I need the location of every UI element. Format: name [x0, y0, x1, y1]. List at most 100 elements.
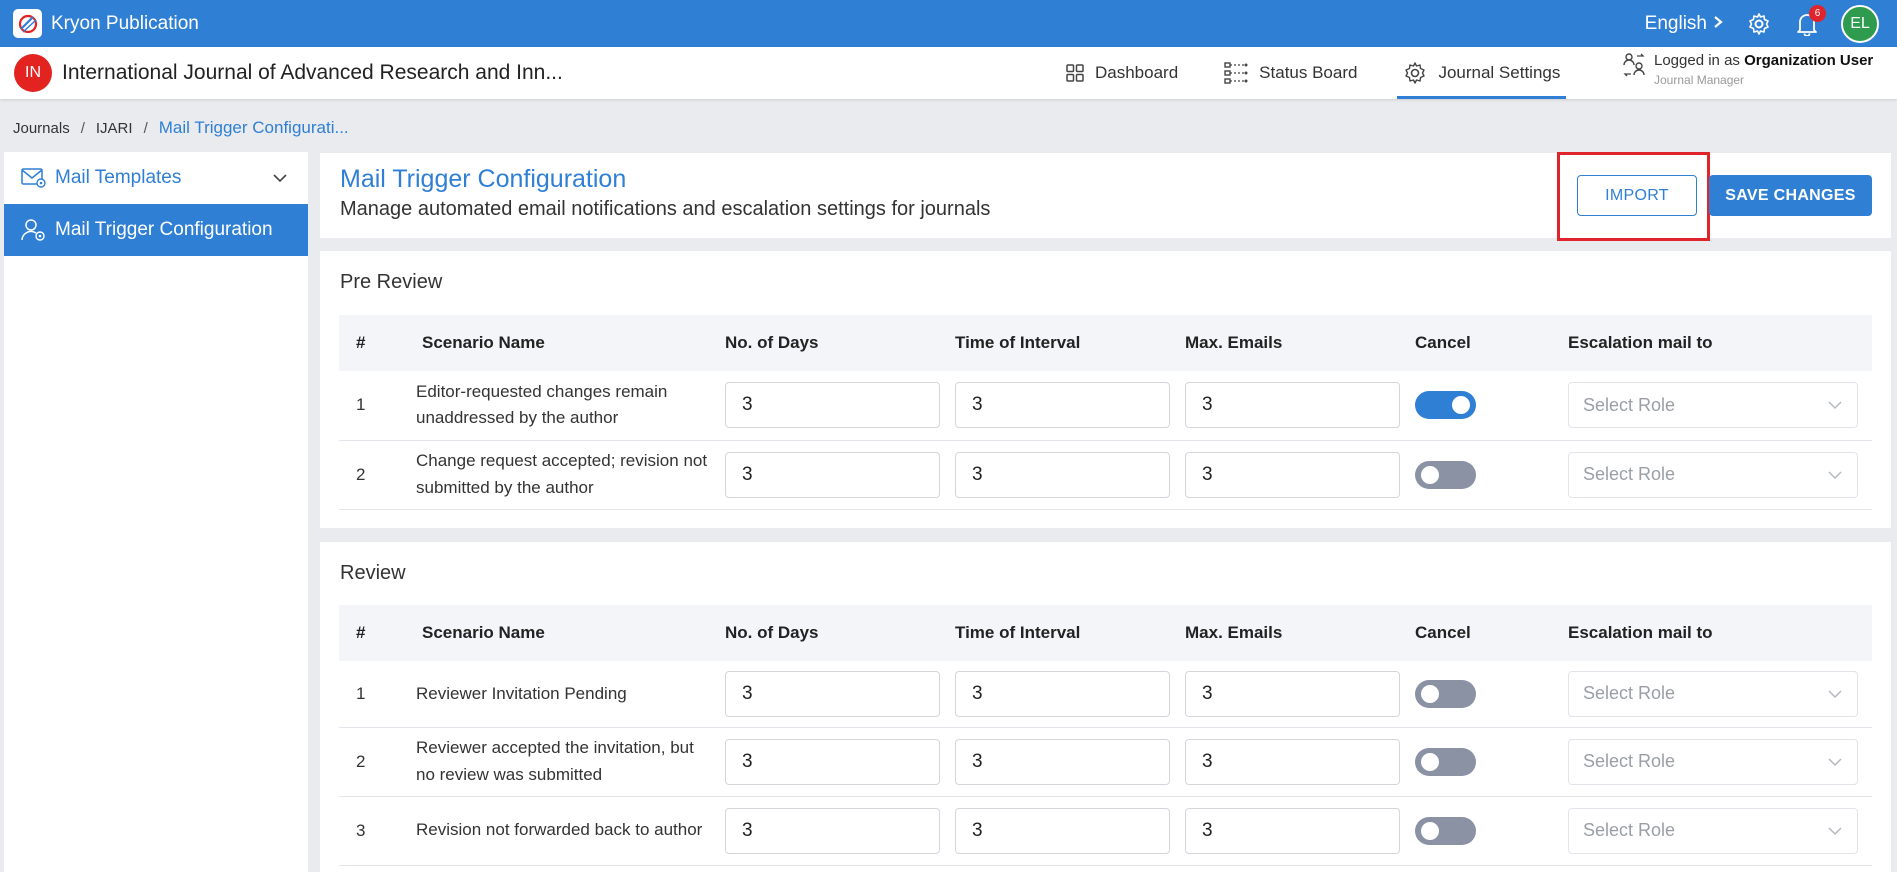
days-input[interactable]: 3 [725, 382, 940, 429]
breadcrumb-journals[interactable]: Journals [13, 120, 70, 137]
sidebar-item-mail-trigger-configuration[interactable]: Mail Trigger Configuration [4, 204, 308, 256]
scenario-name: Reviewer accepted the invitation, but no… [415, 727, 725, 797]
max-emails-input[interactable]: 3 [1185, 670, 1400, 717]
nav-journal-settings-label: Journal Settings [1438, 63, 1561, 82]
interval-input[interactable]: 3 [955, 670, 1170, 717]
sidebar-item-mail-templates[interactable]: Mail Templates [4, 152, 308, 204]
chevron-down-icon [1827, 757, 1843, 767]
logged-in-prefix: Logged in as [1654, 52, 1740, 69]
escalation-select[interactable]: Select Role [1568, 670, 1858, 717]
chevron-down-icon [1827, 400, 1843, 410]
nav-dashboard[interactable]: Dashboard [1060, 47, 1184, 99]
row-number: 1 [339, 371, 415, 441]
mail-settings-icon [21, 167, 47, 189]
users-switch-icon [1622, 52, 1646, 83]
table-row: 1 Editor-requested changes remain unaddr… [339, 371, 1872, 441]
escalation-select[interactable]: Select Role [1568, 382, 1858, 429]
days-input[interactable]: 3 [725, 807, 940, 854]
cancel-toggle[interactable] [1415, 679, 1476, 708]
chevron-down-icon [1827, 826, 1843, 836]
user-name: Organization User [1744, 52, 1874, 69]
user-info[interactable]: Logged in as Organization User Journal M… [1622, 52, 1873, 87]
column-header-escalation: Escalation mail to [1568, 333, 1713, 352]
scenario-name: Editor-requested changes remain unaddres… [415, 371, 725, 441]
column-header-days: No. of Days [725, 623, 819, 642]
escalation-select[interactable]: Select Role [1568, 451, 1858, 498]
table-row: 2 Reviewer accepted the invitation, but … [339, 727, 1872, 797]
days-input[interactable]: 3 [725, 738, 940, 785]
review-table: # Scenario Name No. of Days Time of Inte… [339, 605, 1872, 866]
interval-input[interactable]: 3 [955, 382, 1170, 429]
row-number: 2 [339, 727, 415, 797]
cancel-toggle[interactable] [1415, 460, 1476, 489]
cancel-toggle[interactable] [1415, 816, 1476, 845]
table-row: 2 Change request accepted; revision not … [339, 440, 1872, 510]
row-number: 3 [339, 796, 415, 866]
table-row: 1 Reviewer Invitation Pending 3 3 3 Sele… [339, 661, 1872, 728]
column-header-scenario: Scenario Name [422, 622, 545, 642]
column-header-escalation: Escalation mail to [1568, 623, 1713, 642]
cancel-toggle[interactable] [1415, 391, 1476, 420]
user-role: Journal Manager [1654, 73, 1745, 87]
nav-dashboard-label: Dashboard [1095, 63, 1179, 82]
max-emails-input[interactable]: 3 [1185, 807, 1400, 854]
row-number: 1 [339, 661, 415, 728]
save-changes-button[interactable]: SAVE CHANGES [1709, 175, 1872, 216]
scenario-name: Change request accepted; revision not su… [415, 440, 725, 510]
column-header-scenario: Scenario Name [422, 332, 545, 352]
column-header-max: Max. Emails [1185, 333, 1283, 352]
sidebar-item-label: Mail Trigger Configuration [55, 219, 273, 240]
max-emails-input[interactable]: 3 [1185, 738, 1400, 785]
language-selector[interactable]: English [1645, 13, 1723, 35]
top-bar: Kryon Publication English 6 EL [0, 0, 1897, 47]
import-button[interactable]: IMPORT [1577, 175, 1697, 216]
page-title: Mail Trigger Configuration [340, 165, 627, 193]
journal-avatar: IN [14, 54, 52, 92]
nav-status-board[interactable]: Status Board [1218, 47, 1363, 99]
sidebar: Mail Templates Mail Trigger Configuratio… [4, 152, 308, 872]
bell-icon[interactable]: 6 [1793, 4, 1826, 38]
section-title: Pre Review [340, 271, 443, 293]
table-header-row: # Scenario Name No. of Days Time of Inte… [339, 315, 1872, 371]
pre-review-table: # Scenario Name No. of Days Time of Inte… [339, 315, 1872, 510]
column-header-num: # [356, 333, 366, 352]
table-header-row: # Scenario Name No. of Days Time of Inte… [339, 605, 1872, 661]
cancel-toggle[interactable] [1415, 747, 1476, 776]
max-emails-input[interactable]: 3 [1185, 382, 1400, 429]
notification-badge: 6 [1809, 4, 1826, 22]
days-input[interactable]: 3 [725, 670, 940, 717]
select-placeholder: Select Role [1583, 820, 1676, 840]
breadcrumb-current: Mail Trigger Configurati... [158, 118, 349, 137]
days-input[interactable]: 3 [725, 451, 940, 498]
grid-icon [1066, 64, 1084, 82]
breadcrumb: Journals / IJARI / Mail Trigger Configur… [13, 118, 349, 138]
avatar[interactable]: EL [1841, 4, 1879, 43]
interval-input[interactable]: 3 [955, 451, 1170, 498]
escalation-select[interactable]: Select Role [1568, 738, 1858, 785]
review-section: Review # Scenario Name No. of Days Time … [320, 542, 1891, 872]
brand[interactable]: Kryon Publication [13, 9, 199, 38]
interval-input[interactable]: 3 [955, 807, 1170, 854]
breadcrumb-ijari[interactable]: IJARI [96, 120, 133, 137]
select-placeholder: Select Role [1583, 464, 1676, 484]
column-header-max: Max. Emails [1185, 623, 1283, 642]
column-header-num: # [356, 623, 366, 642]
chevron-right-icon [1713, 13, 1723, 34]
gear-icon [1403, 61, 1427, 85]
column-header-cancel: Cancel [1415, 333, 1471, 352]
section-title: Review [340, 562, 406, 584]
column-header-days: No. of Days [725, 333, 819, 352]
gear-icon[interactable] [1745, 10, 1773, 38]
select-placeholder: Select Role [1583, 751, 1676, 771]
max-emails-input[interactable]: 3 [1185, 451, 1400, 498]
table-row: 3 Revision not forwarded back to author … [339, 796, 1872, 866]
column-header-interval: Time of Interval [955, 623, 1081, 642]
escalation-select[interactable]: Select Role [1568, 807, 1858, 854]
nav-status-board-label: Status Board [1259, 63, 1358, 82]
interval-input[interactable]: 3 [955, 738, 1170, 785]
breadcrumb-separator: / [80, 119, 85, 137]
chevron-down-icon [1827, 470, 1843, 480]
nav-journal-settings[interactable]: Journal Settings [1397, 47, 1567, 99]
scenario-name: Revision not forwarded back to author [415, 796, 725, 866]
chevron-down-icon[interactable] [272, 173, 288, 183]
